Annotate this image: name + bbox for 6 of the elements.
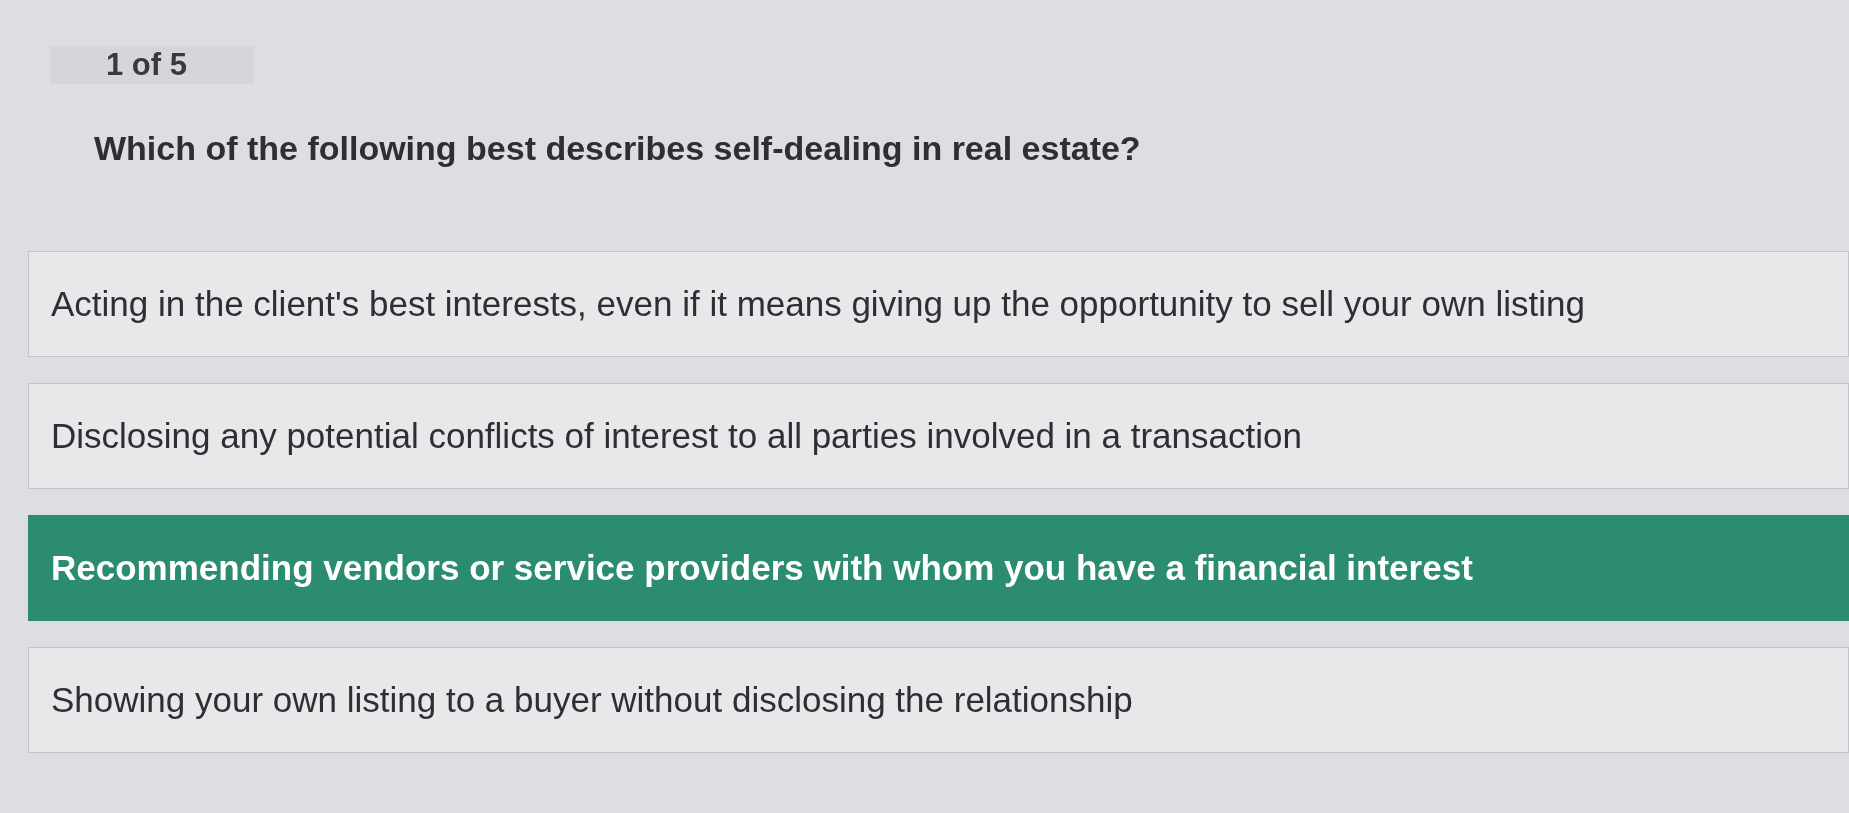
answer-option[interactable]: Showing your own listing to a buyer without disclosing the relationship xyxy=(28,647,1849,753)
answer-option[interactable]: Disclosing any potential conflicts of interest to all parties involved in a transaction xyxy=(28,383,1849,489)
answer-option[interactable]: Acting in the client's best interests, even if it means giving up the opportunity to sell your own listing xyxy=(28,251,1849,357)
question-text: Which of the following best describes self-dealing in real estate? xyxy=(94,131,1142,165)
question-counter: 1 of 5 xyxy=(50,46,254,84)
answer-option[interactable]: Recommending vendors or service providers with whom you have a financial interest xyxy=(28,515,1849,621)
